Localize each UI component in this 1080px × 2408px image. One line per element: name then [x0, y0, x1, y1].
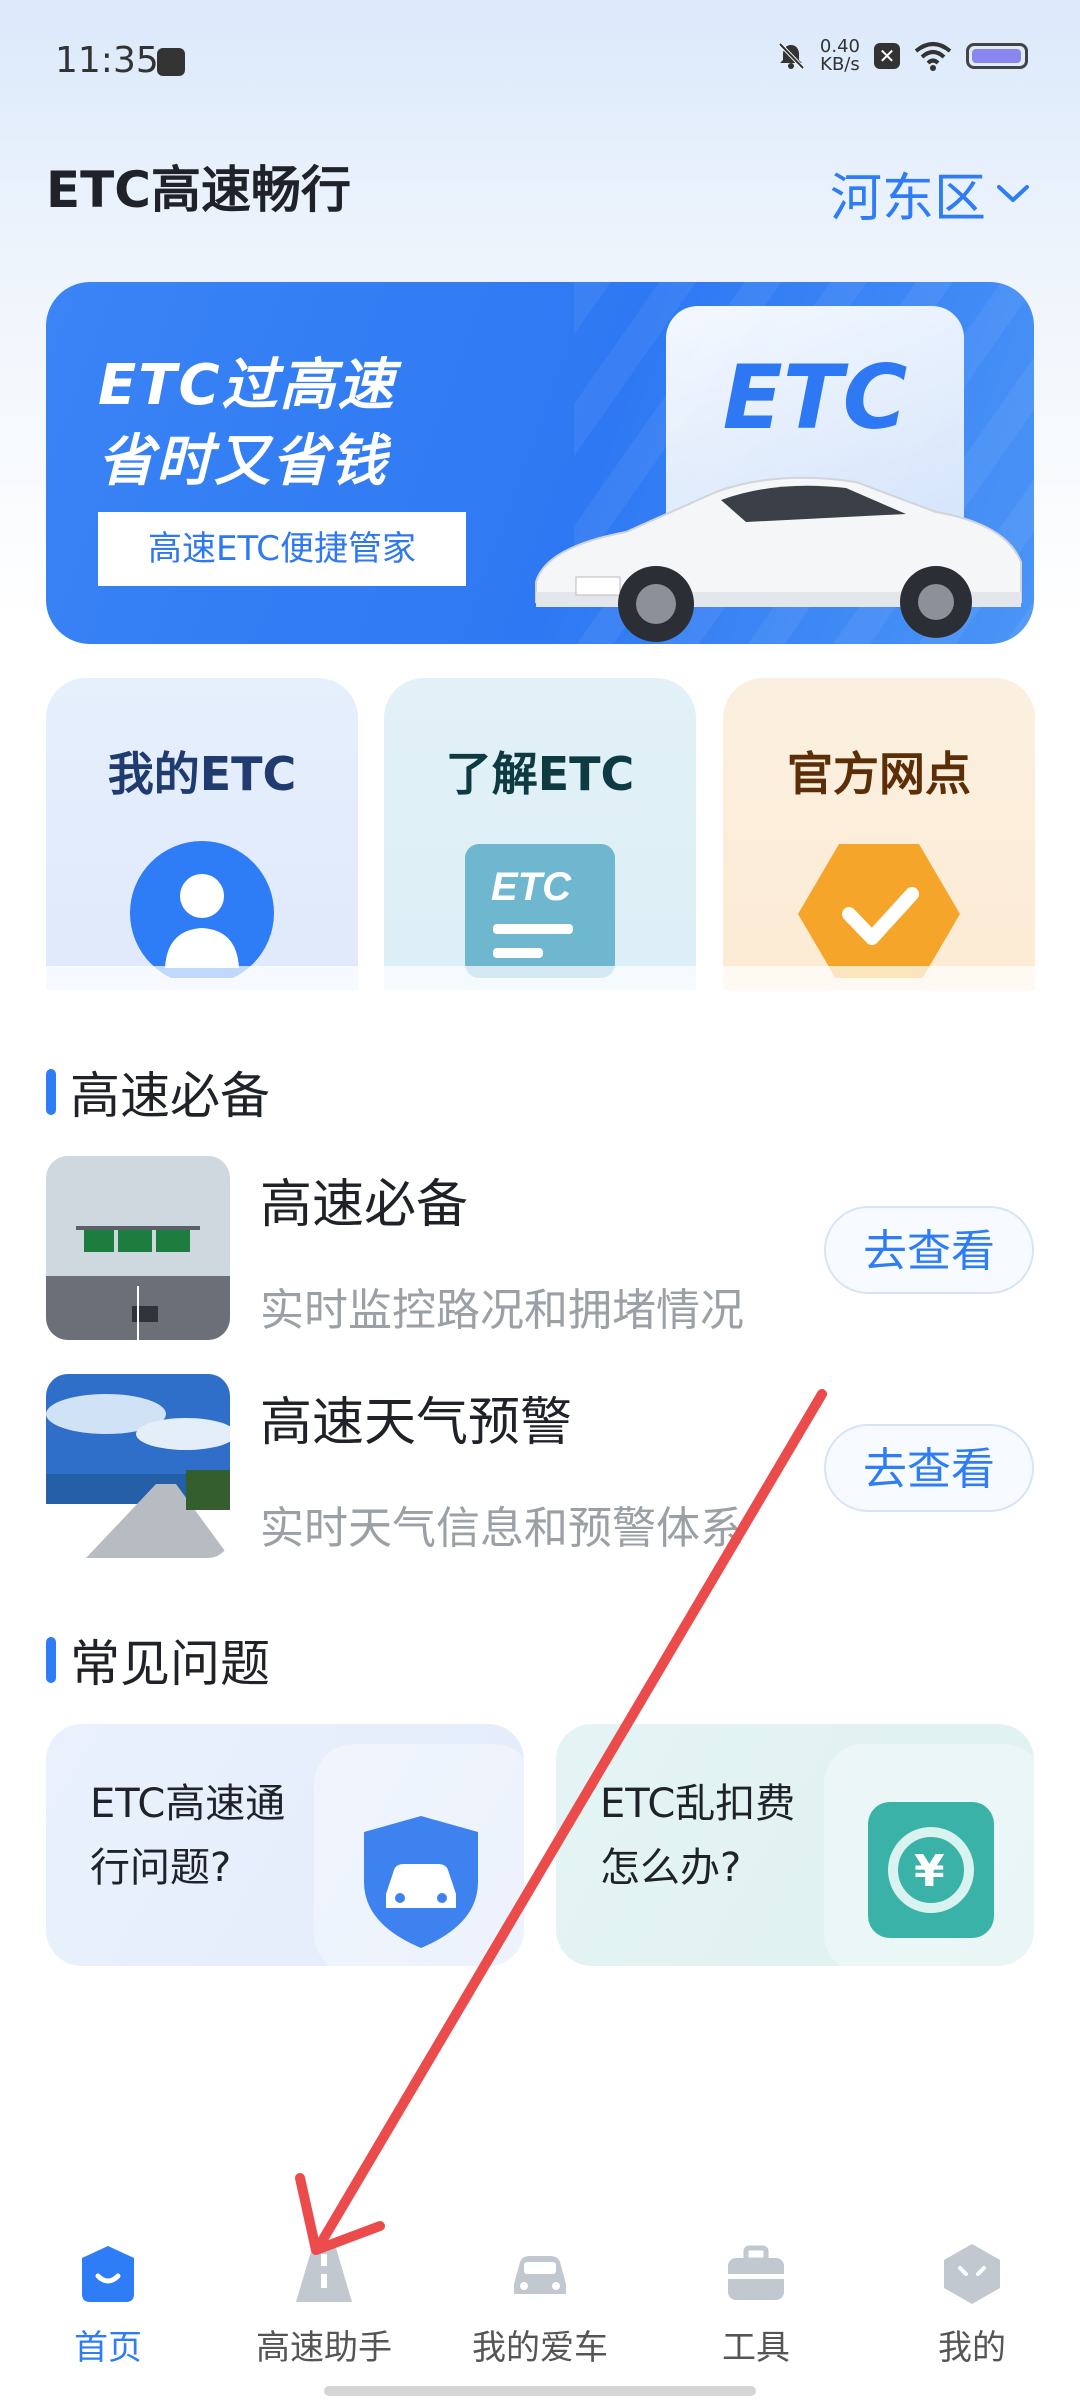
banner-headline-2: 省时又省钱 — [98, 429, 388, 494]
faq-section-title: 常见问题 — [46, 1624, 270, 1696]
car-shield-icon — [364, 1816, 478, 1948]
official-outlets-card[interactable]: 官方网点 — [723, 678, 1035, 990]
faq-question-highway-passage: ETC高速通 行问题? — [90, 1781, 286, 1891]
car-icon — [514, 2256, 566, 2294]
tab-mine-label: 我的 — [938, 2328, 1006, 2368]
toolbox-icon — [728, 2245, 784, 2300]
status-bar: 11:35 0.40 KB/s ✕ — [0, 0, 1080, 120]
etc-badge-text: ETC — [722, 346, 908, 449]
region-selector[interactable]: 河东区 — [830, 156, 1030, 231]
weather-warning-desc: 实时天气信息和预警体系 — [260, 1503, 744, 1554]
tab-highway-assistant-label: 高速助手 — [256, 2328, 392, 2368]
refund-yuan-icon: ¥ — [868, 1802, 994, 1938]
close-box-icon: ✕ — [874, 43, 900, 69]
list-item-weather-warning[interactable]: 高速天气预警 实时天气信息和预警体系 去查看 — [46, 1374, 1034, 1560]
home-icon — [82, 2246, 134, 2302]
mute-bell-icon — [778, 42, 805, 70]
road-conditions-desc: 实时监控路况和拥堵情况 — [260, 1285, 744, 1336]
tab-home[interactable]: 首页 — [8, 2242, 208, 2369]
highway-section-label: 高速必备 — [70, 1067, 270, 1125]
app-title: ETC高速畅行 — [46, 161, 351, 219]
profile-hexagon-icon — [944, 2244, 1000, 2304]
learn-etc-label: 了解ETC — [445, 747, 635, 801]
network-speed: 0.40 KB/s — [820, 38, 860, 74]
view-road-conditions-button[interactable]: 去查看 — [824, 1206, 1034, 1294]
network-speed-unit: KB/s — [820, 54, 860, 75]
status-time: 11:35 — [55, 40, 159, 81]
tab-tools-label: 工具 — [722, 2328, 790, 2368]
home-indicator — [324, 2386, 756, 2396]
faq-question-wrong-charges: ETC乱扣费 怎么办? — [600, 1781, 796, 1891]
road-conditions-title: 高速必备 — [260, 1175, 469, 1235]
faq-card-highway-passage[interactable]: ETC高速通 行问题? — [46, 1724, 524, 1966]
etc-doc-text: ETC — [491, 865, 572, 909]
road-icon — [296, 2248, 352, 2302]
svg-text:¥: ¥ — [914, 1846, 945, 1897]
checkmark-badge-icon — [798, 844, 960, 978]
chevron-down-icon — [997, 184, 1029, 202]
official-outlets-label: 官方网点 — [787, 747, 971, 801]
tab-my-car[interactable]: 我的爱车 — [440, 2242, 640, 2369]
highway-section-title: 高速必备 — [46, 1056, 270, 1128]
promo-banner[interactable]: ETC过高速 省时又省钱 高速ETC便捷管家 ETC — [46, 282, 1034, 644]
my-etc-label: 我的ETC — [107, 747, 297, 801]
highway-sign-thumbnail — [46, 1156, 230, 1340]
user-icon — [130, 841, 274, 978]
coastal-road-thumbnail — [46, 1374, 230, 1558]
banner-headline-1: ETC过高速 — [98, 353, 396, 418]
region-label: 河东区 — [829, 169, 986, 229]
tab-tools[interactable]: 工具 — [656, 2242, 856, 2369]
battery-icon — [966, 43, 1028, 69]
etc-document-icon: ETC — [465, 844, 615, 978]
list-item-road-conditions[interactable]: 高速必备 实时监控路况和拥堵情况 去查看 — [46, 1156, 1034, 1342]
sim-card-icon — [157, 48, 185, 76]
learn-etc-card[interactable]: 了解ETC ETC — [384, 678, 696, 990]
view-weather-warning-button[interactable]: 去查看 — [824, 1424, 1034, 1512]
faq-section-label: 常见问题 — [70, 1635, 270, 1693]
faq-card-wrong-charges[interactable]: ETC乱扣费 怎么办? ¥ — [556, 1724, 1034, 1966]
tab-my-car-label: 我的爱车 — [472, 2328, 608, 2368]
tab-highway-assistant[interactable]: 高速助手 — [224, 2242, 424, 2369]
tab-home-label: 首页 — [74, 2328, 142, 2368]
car-illustration — [535, 476, 1022, 642]
my-etc-card[interactable]: 我的ETC — [46, 678, 358, 990]
banner-subtitle: 高速ETC便捷管家 — [98, 512, 466, 586]
wifi-icon — [914, 42, 952, 71]
weather-warning-title: 高速天气预警 — [260, 1393, 573, 1453]
bottom-tab-bar: 首页 高速助手 我的爱车 工具 我的 — [0, 2208, 1080, 2408]
tab-mine[interactable]: 我的 — [872, 2242, 1072, 2369]
